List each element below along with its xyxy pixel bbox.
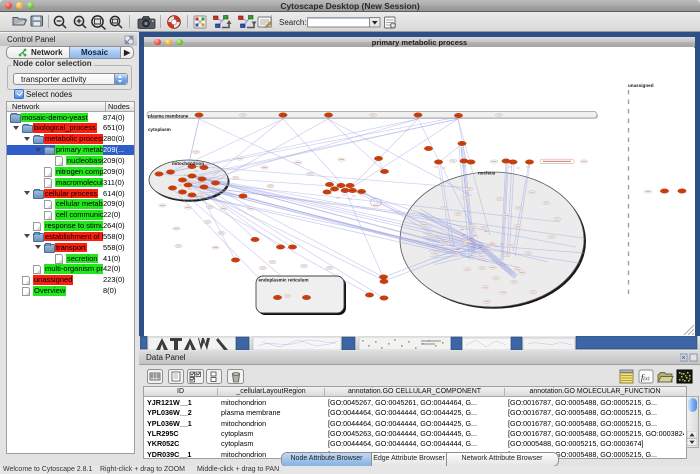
svg-text:Search:: Search: bbox=[279, 18, 307, 27]
svg-text:cytoplasm: cytoplasm bbox=[148, 127, 171, 132]
svg-text:nucleus: nucleus bbox=[478, 171, 496, 176]
svg-text:unassigned: unassigned bbox=[628, 83, 654, 88]
svg-text:plasma membrane: plasma membrane bbox=[148, 113, 189, 118]
svg-text:endoplasmic reticulum: endoplasmic reticulum bbox=[259, 278, 309, 283]
svg-text:mitochondrion: mitochondrion bbox=[172, 161, 204, 166]
